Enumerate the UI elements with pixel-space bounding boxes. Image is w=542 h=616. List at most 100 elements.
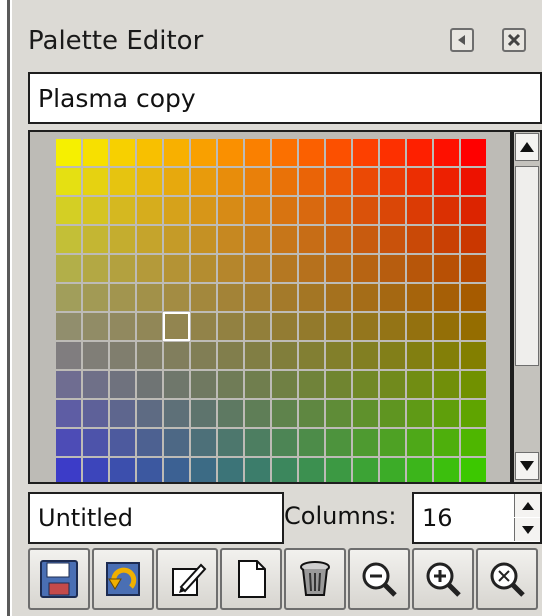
color-swatch[interactable]	[56, 284, 81, 311]
color-swatch[interactable]	[434, 313, 459, 340]
dock-close-button[interactable]	[502, 28, 526, 52]
color-swatch[interactable]	[326, 226, 351, 253]
color-swatch[interactable]	[56, 255, 81, 282]
color-swatch[interactable]	[110, 342, 135, 369]
color-swatch[interactable]	[83, 371, 108, 398]
color-swatch[interactable]	[218, 197, 243, 224]
color-swatch[interactable]	[353, 255, 378, 282]
delete-color-button[interactable]	[284, 548, 346, 610]
color-swatch[interactable]	[299, 226, 324, 253]
color-swatch[interactable]	[299, 139, 324, 166]
color-swatch[interactable]	[299, 342, 324, 369]
color-swatch[interactable]	[191, 342, 216, 369]
color-swatch[interactable]	[56, 168, 81, 195]
color-swatch[interactable]	[380, 313, 405, 340]
color-swatch[interactable]	[299, 371, 324, 398]
color-swatch[interactable]	[245, 458, 270, 482]
color-swatch[interactable]	[245, 313, 270, 340]
color-swatch[interactable]	[83, 197, 108, 224]
color-swatch[interactable]	[191, 400, 216, 427]
color-swatch[interactable]	[110, 197, 135, 224]
color-swatch[interactable]	[245, 168, 270, 195]
color-swatch[interactable]	[110, 226, 135, 253]
color-swatch[interactable]	[272, 400, 297, 427]
color-swatch[interactable]	[164, 168, 189, 195]
color-swatch[interactable]	[434, 255, 459, 282]
color-swatch[interactable]	[245, 371, 270, 398]
color-swatch[interactable]	[353, 313, 378, 340]
color-swatch[interactable]	[434, 458, 459, 482]
color-swatch[interactable]	[83, 458, 108, 482]
color-swatch[interactable]	[137, 371, 162, 398]
color-swatch[interactable]	[245, 284, 270, 311]
color-swatch[interactable]	[137, 313, 162, 340]
color-swatch[interactable]	[245, 197, 270, 224]
color-swatch[interactable]	[272, 255, 297, 282]
color-swatch[interactable]	[407, 342, 432, 369]
color-swatch[interactable]	[407, 400, 432, 427]
scroll-thumb[interactable]	[515, 166, 539, 366]
color-swatch[interactable]	[218, 458, 243, 482]
color-swatch[interactable]	[326, 313, 351, 340]
color-swatch[interactable]	[245, 400, 270, 427]
color-swatch[interactable]	[299, 255, 324, 282]
color-swatch[interactable]	[434, 371, 459, 398]
color-swatch[interactable]	[56, 371, 81, 398]
color-swatch[interactable]	[110, 139, 135, 166]
color-swatch[interactable]	[218, 168, 243, 195]
color-swatch[interactable]	[353, 371, 378, 398]
columns-decrement-button[interactable]	[514, 518, 540, 541]
color-swatch[interactable]	[407, 197, 432, 224]
color-swatch[interactable]	[272, 342, 297, 369]
color-swatch[interactable]	[326, 197, 351, 224]
color-swatch[interactable]	[110, 458, 135, 482]
color-swatch[interactable]	[245, 255, 270, 282]
color-swatch[interactable]	[461, 226, 486, 253]
color-swatch[interactable]	[326, 429, 351, 456]
color-swatch[interactable]	[461, 313, 486, 340]
color-swatch[interactable]	[353, 284, 378, 311]
color-swatch[interactable]	[137, 342, 162, 369]
color-swatch[interactable]	[407, 429, 432, 456]
color-swatch[interactable]	[461, 371, 486, 398]
color-swatch[interactable]	[461, 400, 486, 427]
color-swatch[interactable]	[56, 197, 81, 224]
dock-menu-button[interactable]	[450, 28, 474, 52]
palette-view[interactable]	[28, 130, 512, 484]
color-swatch[interactable]	[163, 312, 190, 341]
color-swatch[interactable]	[272, 458, 297, 482]
color-swatch[interactable]	[407, 313, 432, 340]
color-swatch[interactable]	[83, 313, 108, 340]
color-swatch[interactable]	[353, 139, 378, 166]
color-swatch[interactable]	[326, 458, 351, 482]
color-swatch[interactable]	[137, 139, 162, 166]
columns-increment-button[interactable]	[514, 494, 540, 517]
color-swatch[interactable]	[164, 226, 189, 253]
color-swatch[interactable]	[218, 400, 243, 427]
color-swatch[interactable]	[272, 313, 297, 340]
color-swatch[interactable]	[299, 429, 324, 456]
color-swatch[interactable]	[191, 168, 216, 195]
color-swatch[interactable]	[218, 139, 243, 166]
color-swatch[interactable]	[218, 371, 243, 398]
color-swatch[interactable]	[461, 284, 486, 311]
color-swatch[interactable]	[110, 429, 135, 456]
zoom-out-button[interactable]	[348, 548, 410, 610]
color-swatch[interactable]	[380, 255, 405, 282]
color-swatch[interactable]	[56, 342, 81, 369]
color-swatch[interactable]	[272, 197, 297, 224]
color-swatch[interactable]	[218, 313, 243, 340]
color-swatch[interactable]	[353, 400, 378, 427]
color-swatch[interactable]	[56, 458, 81, 482]
color-swatch[interactable]	[110, 168, 135, 195]
color-swatch[interactable]	[83, 139, 108, 166]
color-swatch[interactable]	[272, 168, 297, 195]
color-swatch[interactable]	[164, 255, 189, 282]
color-swatch[interactable]	[434, 226, 459, 253]
color-swatch[interactable]	[407, 255, 432, 282]
color-swatch[interactable]	[380, 400, 405, 427]
color-swatch[interactable]	[461, 197, 486, 224]
color-swatch[interactable]	[353, 458, 378, 482]
color-swatch[interactable]	[407, 458, 432, 482]
color-swatch[interactable]	[380, 371, 405, 398]
